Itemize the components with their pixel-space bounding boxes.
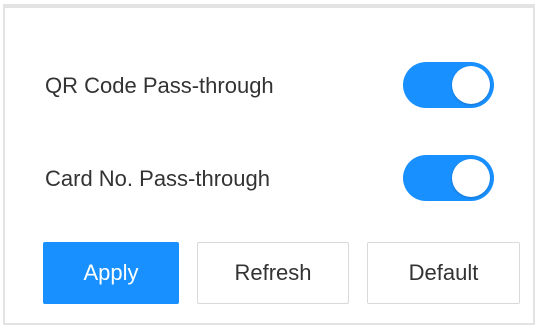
card-no-pass-through-label: Card No. Pass-through <box>45 166 270 191</box>
card-no-pass-through-toggle[interactable] <box>403 155 494 201</box>
toggle-knob <box>452 159 490 197</box>
default-button[interactable]: Default <box>367 242 520 304</box>
settings-panel: QR Code Pass-through Card No. Pass-throu… <box>3 4 535 325</box>
apply-button[interactable]: Apply <box>43 242 179 304</box>
toggle-knob <box>452 66 490 104</box>
qr-code-pass-through-label: QR Code Pass-through <box>45 73 274 98</box>
qr-code-pass-through-row: QR Code Pass-through <box>5 62 533 110</box>
card-no-pass-through-row: Card No. Pass-through <box>5 155 533 203</box>
qr-code-pass-through-toggle[interactable] <box>403 62 494 108</box>
refresh-button[interactable]: Refresh <box>197 242 349 304</box>
